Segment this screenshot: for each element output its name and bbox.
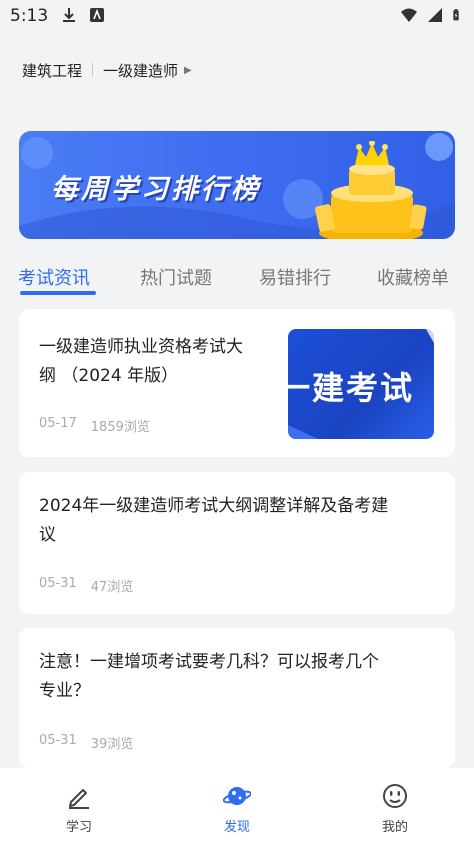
tab-exam-news[interactable]: 考试资讯 bbox=[18, 264, 90, 290]
chevron-right-icon[interactable]: ▶ bbox=[184, 65, 192, 76]
signal-icon bbox=[428, 8, 442, 22]
bottom-nav: 学习 发现 我的 bbox=[0, 768, 474, 842]
download-icon bbox=[63, 8, 75, 22]
crown-trophy-icon bbox=[315, 141, 427, 239]
article-date: 05-31 bbox=[39, 576, 77, 591]
status-bar: 5:13 bbox=[0, 0, 474, 32]
nav-mine[interactable]: 我的 bbox=[355, 782, 435, 835]
nav-study-label: 学习 bbox=[65, 820, 92, 835]
banner-title: 每周学习排行榜 bbox=[51, 174, 261, 205]
battery-icon bbox=[453, 9, 459, 21]
article-views: 39浏览 bbox=[90, 737, 134, 752]
thumbnail-text: 一建考试 bbox=[288, 369, 415, 407]
breadcrumb-divider bbox=[92, 63, 94, 77]
article-thumbnail: 一建考试 bbox=[288, 329, 434, 439]
article-meta: 05-31 39浏览 bbox=[39, 733, 133, 752]
nav-mine-label: 我的 bbox=[381, 820, 408, 835]
article-title: 一级建造师执业资格考试大 纲 （2024 年版） bbox=[39, 333, 279, 391]
status-icons-left bbox=[60, 6, 106, 24]
article-card[interactable]: 注意！一建增项考试要考几科？可以报考几个 专业？ 05-31 39浏览 bbox=[19, 628, 455, 768]
nav-discover[interactable]: 发现 bbox=[197, 782, 277, 835]
smiley-icon bbox=[383, 784, 407, 808]
active-tab-indicator bbox=[20, 291, 96, 295]
tab-favorites-ranking[interactable]: 收藏榜单 bbox=[377, 264, 449, 290]
article-card[interactable]: 一级建造师执业资格考试大 纲 （2024 年版） 05-17 1859浏览 一建… bbox=[19, 309, 455, 457]
article-views: 47浏览 bbox=[90, 580, 134, 595]
article-title-line: 2024年一级建造师考试大纲调整详解及备考建 bbox=[39, 496, 389, 516]
article-title: 2024年一级建造师考试大纲调整详解及备考建 议 bbox=[39, 492, 439, 550]
article-title-line: 议 bbox=[39, 525, 56, 545]
article-views: 1859浏览 bbox=[90, 420, 150, 435]
wifi-icon bbox=[401, 8, 417, 22]
article-title: 注意！一建增项考试要考几科？可以报考几个 专业？ bbox=[39, 648, 439, 706]
article-date: 05-17 bbox=[39, 416, 77, 431]
article-title-line: 纲 （2024 年版） bbox=[39, 366, 179, 386]
article-date: 05-31 bbox=[39, 733, 77, 748]
nav-study[interactable]: 学习 bbox=[39, 782, 119, 835]
article-meta: 05-17 1859浏览 bbox=[39, 416, 150, 435]
planet-icon bbox=[223, 787, 251, 805]
article-title-line: 注意！一建增项考试要考几科？可以报考几个 bbox=[39, 652, 379, 672]
tab-hot-questions[interactable]: 热门试题 bbox=[140, 264, 212, 290]
breadcrumb-subcategory[interactable]: 一级建造师 bbox=[103, 60, 178, 81]
app-notification-icon bbox=[90, 8, 104, 22]
tab-error-ranking[interactable]: 易错排行 bbox=[259, 264, 331, 290]
pencil-icon bbox=[69, 789, 89, 809]
nav-discover-label: 发现 bbox=[223, 820, 250, 835]
status-icons-right bbox=[400, 6, 464, 24]
article-meta: 05-31 47浏览 bbox=[39, 576, 133, 595]
breadcrumb[interactable]: 建筑工程 一级建造师 ▶ bbox=[22, 58, 192, 82]
article-title-line: 一级建造师执业资格考试大 bbox=[39, 337, 243, 357]
breadcrumb-category[interactable]: 建筑工程 bbox=[22, 60, 82, 81]
weekly-ranking-banner[interactable]: 每周学习排行榜 bbox=[19, 131, 455, 239]
article-title-line: 专业？ bbox=[39, 681, 90, 701]
status-time: 5:13 bbox=[10, 6, 49, 26]
article-card[interactable]: 2024年一级建造师考试大纲调整详解及备考建 议 05-31 47浏览 bbox=[19, 472, 455, 614]
